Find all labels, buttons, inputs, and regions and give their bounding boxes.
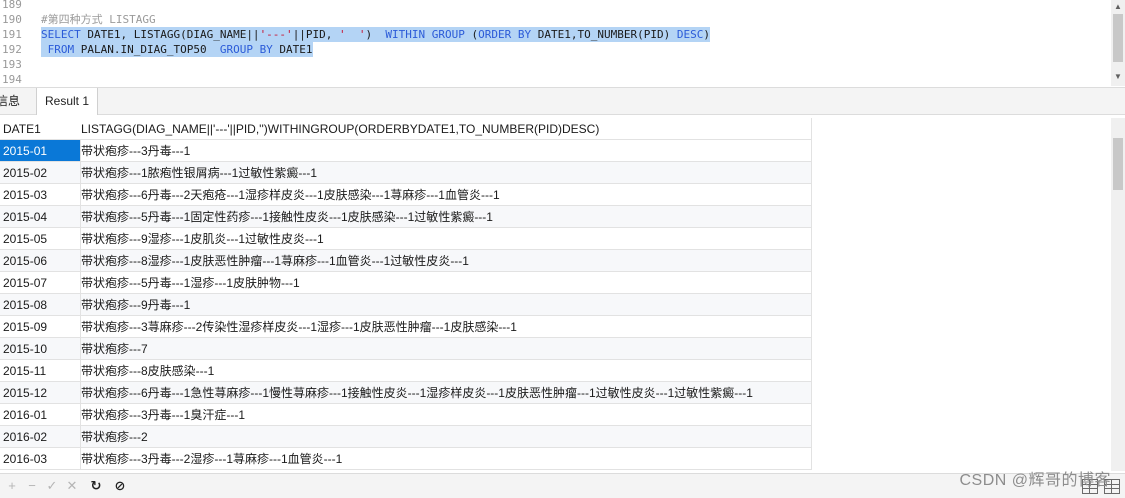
cell-date1[interactable]: 2015-01 <box>0 140 81 162</box>
tab-result-1[interactable]: Result 1 <box>36 88 98 115</box>
cell-date1[interactable]: 2016-01 <box>0 404 81 426</box>
code-token: ) <box>365 28 386 41</box>
line-number: 190 <box>2 13 22 26</box>
refresh-icon[interactable]: ↻ <box>86 474 106 498</box>
code-text: #第四种方式 LISTAGG <box>41 12 156 27</box>
remove-row-icon[interactable]: − <box>22 474 42 498</box>
table-row[interactable]: 2015-04 带状疱疹---5丹毒---1固定性药疹---1接触性皮炎---1皮… <box>0 206 812 228</box>
sql-editor[interactable]: 189 190 #第四种方式 LISTAGG 191 SELECT DATE1, LIS… <box>0 0 1125 86</box>
apply-icon[interactable]: ✓ <box>42 474 62 498</box>
code-token: GROUP BY <box>219 43 273 56</box>
cell-date1[interactable]: 2015-06 <box>0 250 81 272</box>
code-token: PALAN.IN_DIAG_TOP50 <box>74 43 220 56</box>
cell-listagg[interactable]: 带状疱疹---5丹毒---1固定性药疹---1接触性皮炎---1皮肤感染---1… <box>78 206 812 228</box>
code-token: ||PID, <box>292 28 340 41</box>
line-number: 192 <box>2 43 22 56</box>
cell-listagg[interactable]: 带状疱疹---5丹毒---1湿疹---1皮肤肿物---1 <box>78 272 812 294</box>
code-token: #第四种方式 LISTAGG <box>41 13 156 26</box>
column-header-date1[interactable]: DATE1 <box>0 118 81 140</box>
table-row[interactable]: 2015-11 带状疱疹---8皮肤感染---1 <box>0 360 812 382</box>
table-row[interactable]: 2015-06 带状疱疹---8湿疹---1皮肤恶性肿瘤---1荨麻疹---1血管… <box>0 250 812 272</box>
table-row[interactable]: 2015-01 带状疱疹---3丹毒---1 <box>0 140 812 162</box>
cell-date1[interactable]: 2016-03 <box>0 448 81 470</box>
line-number: 189 <box>2 0 22 11</box>
code-token: ) <box>703 28 710 41</box>
cell-date1[interactable]: 2015-12 <box>0 382 81 404</box>
grid-vertical-scrollbar[interactable] <box>1111 118 1125 471</box>
table-row[interactable]: 2015-07 带状疱疹---5丹毒---1湿疹---1皮肤肿物---1 <box>0 272 812 294</box>
code-token: ( <box>464 28 479 41</box>
line-number: 194 <box>2 73 22 86</box>
cell-date1[interactable]: 2015-03 <box>0 184 81 206</box>
cell-date1[interactable]: 2015-05 <box>0 228 81 250</box>
code-token: DATE1,TO_NUMBER(PID) <box>531 28 677 41</box>
table-row[interactable]: 2015-10 带状疱疹---7 <box>0 338 812 360</box>
table-row[interactable]: 2016-02 带状疱疹---2 <box>0 426 812 448</box>
cell-listagg[interactable]: 带状疱疹---6丹毒---2天疱疮---1湿疹样皮炎---1皮肤感染---1荨麻… <box>78 184 812 206</box>
table-row[interactable]: 2015-09 带状疱疹---3荨麻疹---2传染性湿疹样皮炎---1湿疹---1… <box>0 316 812 338</box>
cell-date1[interactable]: 2015-11 <box>0 360 81 382</box>
cell-date1[interactable]: 2015-09 <box>0 316 81 338</box>
table-row[interactable]: 2015-12 带状疱疹---6丹毒---1急性荨麻疹---1慢性荨麻疹---1接… <box>0 382 812 404</box>
editor-vertical-scrollbar[interactable]: ▲ ▼ <box>1111 0 1125 86</box>
cell-date1[interactable]: 2015-10 <box>0 338 81 360</box>
cell-date1[interactable]: 2015-07 <box>0 272 81 294</box>
cell-listagg[interactable]: 带状疱疹---3丹毒---1 <box>78 140 812 162</box>
cell-listagg[interactable]: 带状疱疹---3丹毒---1臭汗症---1 <box>78 404 812 426</box>
result-grid: DATE1 LISTAGG(DIAG_NAME||'---'||PID,'')W… <box>0 118 1111 471</box>
cell-date1[interactable]: 2015-04 <box>0 206 81 228</box>
cell-listagg[interactable]: 带状疱疹---2 <box>78 426 812 448</box>
code-token: WITHIN GROUP <box>385 28 465 41</box>
tab-info[interactable]: 信息 <box>0 88 32 114</box>
table-row[interactable]: 2015-05 带状疱疹---9湿疹---1皮肌炎---1过敏性皮炎---1 <box>0 228 812 250</box>
cell-listagg[interactable]: 带状疱疹---3丹毒---2湿疹---1荨麻疹---1血管炎---1 <box>78 448 812 470</box>
cell-listagg[interactable]: 带状疱疹---9湿疹---1皮肌炎---1过敏性皮炎---1 <box>78 228 812 250</box>
scroll-up-icon[interactable]: ▲ <box>1111 0 1125 14</box>
grid-toolbar: + − ✓ ✕ ↻ ⊘ <box>0 473 1125 498</box>
scroll-down-icon[interactable]: ▼ <box>1111 70 1125 84</box>
code-token: DATE1, LISTAGG(DIAG_NAME|| <box>80 28 260 41</box>
table-row[interactable]: 2015-08 带状疱疹---9丹毒---1 <box>0 294 812 316</box>
code-text: FROM PALAN.IN_DIAG_TOP50 GROUP BY DATE1 <box>41 42 313 57</box>
watermark: CSDN @辉哥的博客 <box>959 472 1111 489</box>
table-row[interactable]: 2015-03 带状疱疹---6丹毒---2天疱疮---1湿疹样皮炎---1皮肤感… <box>0 184 812 206</box>
result-tabs: 信息 Result 1 <box>0 87 1125 115</box>
code-token: DATE1 <box>272 43 313 56</box>
table-row[interactable]: 2016-03 带状疱疹---3丹毒---2湿疹---1荨麻疹---1血管炎---… <box>0 448 812 470</box>
cell-listagg[interactable]: 带状疱疹---1脓疱性银屑病---1过敏性紫癜---1 <box>78 162 812 184</box>
grid-header-row: DATE1 LISTAGG(DIAG_NAME||'---'||PID,'')W… <box>0 118 812 140</box>
editor-scroll-thumb[interactable] <box>1113 14 1123 62</box>
code-token: ORDER BY <box>478 28 532 41</box>
cell-listagg[interactable]: 带状疱疹---8皮肤感染---1 <box>78 360 812 382</box>
code-token: '---' <box>259 28 293 41</box>
grid-scroll-thumb[interactable] <box>1113 138 1123 190</box>
cell-listagg[interactable]: 带状疱疹---9丹毒---1 <box>78 294 812 316</box>
cell-listagg[interactable]: 带状疱疹---7 <box>78 338 812 360</box>
code-token: FROM <box>41 43 75 56</box>
cell-listagg[interactable]: 带状疱疹---3荨麻疹---2传染性湿疹样皮炎---1湿疹---1皮肤恶性肿瘤-… <box>78 316 812 338</box>
line-number: 193 <box>2 58 22 71</box>
code-text: SELECT DATE1, LISTAGG(DIAG_NAME||'---'||… <box>41 27 710 42</box>
line-number: 191 <box>2 28 22 41</box>
table-row[interactable]: 2015-02 带状疱疹---1脓疱性银屑病---1过敏性紫癜---1 <box>0 162 812 184</box>
code-token: SELECT <box>41 28 81 41</box>
stop-icon[interactable]: ⊘ <box>110 474 130 498</box>
cancel-icon[interactable]: ✕ <box>62 474 82 498</box>
cell-date1[interactable]: 2016-02 <box>0 426 81 448</box>
cell-date1[interactable]: 2015-08 <box>0 294 81 316</box>
cell-listagg[interactable]: 带状疱疹---6丹毒---1急性荨麻疹---1慢性荨麻疹---1接触性皮炎---… <box>78 382 812 404</box>
cell-listagg[interactable]: 带状疱疹---8湿疹---1皮肤恶性肿瘤---1荨麻疹---1血管炎---1过敏… <box>78 250 812 272</box>
column-header-listagg[interactable]: LISTAGG(DIAG_NAME||'---'||PID,'')WITHING… <box>78 118 812 140</box>
add-row-icon[interactable]: + <box>2 474 22 498</box>
code-token: DESC <box>676 28 704 41</box>
table-row[interactable]: 2016-01 带状疱疹---3丹毒---1臭汗症---1 <box>0 404 812 426</box>
cell-date1[interactable]: 2015-02 <box>0 162 81 184</box>
code-token: ' ' <box>339 28 366 41</box>
